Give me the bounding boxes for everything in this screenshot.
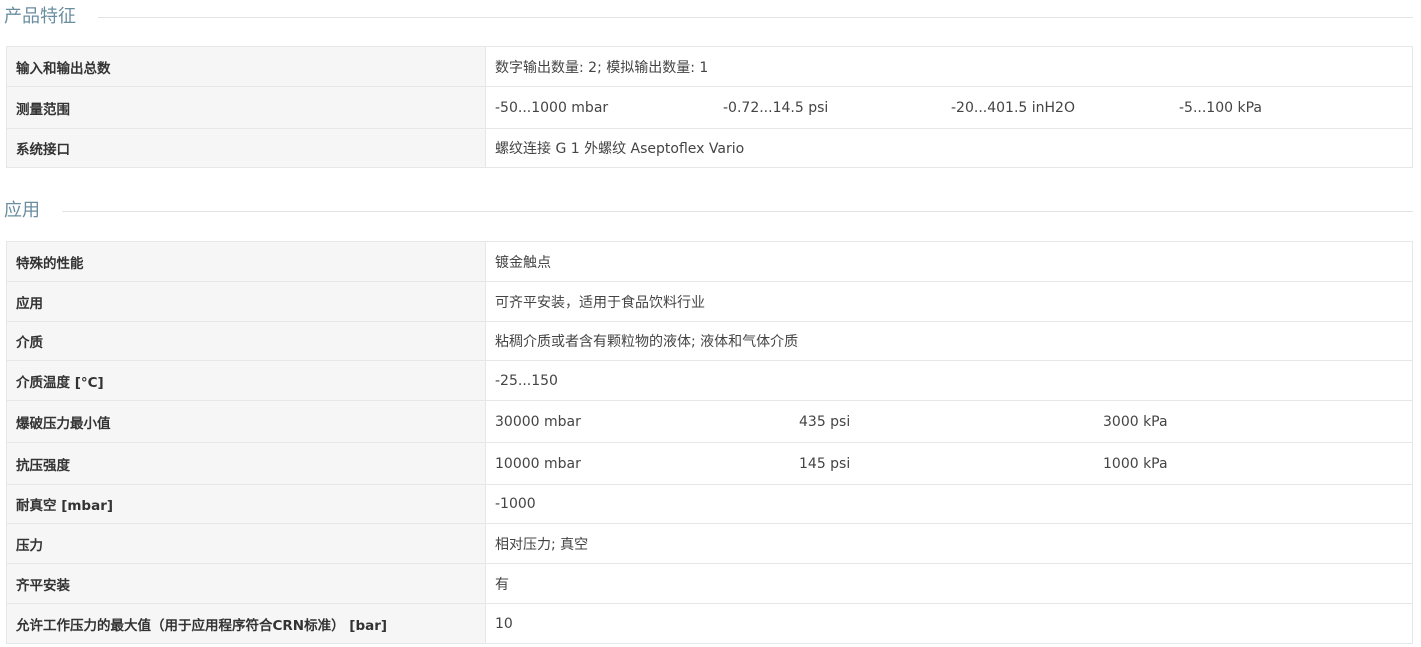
value-inh2o: -20...401.5 inH2O: [951, 99, 1075, 116]
table-row: 输入和输出总数 数字输出数量: 2; 模拟输出数量: 1: [6, 46, 1413, 87]
row-value-multi: -50...1000 mbar -0.72...14.5 psi -20...4…: [485, 86, 1413, 129]
table-row: 介质 粘稠介质或者含有颗粒物的液体; 液体和气体介质: [6, 321, 1413, 361]
row-label: 介质: [6, 321, 486, 361]
row-label: 压力: [6, 523, 486, 564]
row-value: 粘稠介质或者含有颗粒物的液体; 液体和气体介质: [485, 321, 1413, 361]
value-kpa: 3000 kPa: [1103, 413, 1168, 430]
table-row: 抗压强度 10000 mbar 145 psi 1000 kPa: [6, 442, 1413, 485]
value-mbar: 30000 mbar: [495, 413, 581, 430]
row-label: 抗压强度: [6, 442, 486, 485]
application-table: 特殊的性能 镀金触点 应用 可齐平安装，适用于食品饮料行业 介质 粘稠介质或者含…: [6, 241, 1413, 644]
row-value: -25...150: [485, 360, 1413, 401]
row-value: 镀金触点: [485, 241, 1413, 282]
value-psi: -0.72...14.5 psi: [723, 99, 829, 116]
row-label: 爆破压力最小值: [6, 400, 486, 443]
row-label: 允许工作压力的最大值（用于应用程序符合CRN标准） [bar]: [6, 603, 486, 644]
row-value: 螺纹连接 G 1 外螺纹 Aseptoflex Vario: [485, 128, 1413, 168]
row-value-multi: 30000 mbar 435 psi 3000 kPa: [485, 400, 1413, 443]
table-row: 压力 相对压力; 真空: [6, 523, 1413, 564]
row-label: 介质温度 [°C]: [6, 360, 486, 401]
table-row: 介质温度 [°C] -25...150: [6, 360, 1413, 401]
row-value: 10: [485, 603, 1413, 644]
table-row: 测量范围 -50...1000 mbar -0.72...14.5 psi -2…: [6, 86, 1413, 129]
value-kpa: 1000 kPa: [1103, 455, 1168, 472]
section-header-product-features: 产品特征: [0, 2, 1413, 32]
section-divider: [98, 17, 1413, 18]
row-label: 特殊的性能: [6, 241, 486, 282]
table-row: 特殊的性能 镀金触点: [6, 241, 1413, 282]
section-divider: [62, 211, 1413, 212]
row-value: -1000: [485, 484, 1413, 524]
table-row: 应用 可齐平安装，适用于食品饮料行业: [6, 281, 1413, 322]
section-title: 应用: [4, 200, 40, 221]
row-label: 耐真空 [mbar]: [6, 484, 486, 524]
table-row: 耐真空 [mbar] -1000: [6, 484, 1413, 524]
value-kpa: -5...100 kPa: [1179, 99, 1262, 116]
row-value-multi: 10000 mbar 145 psi 1000 kPa: [485, 442, 1413, 485]
row-label: 输入和输出总数: [6, 46, 486, 87]
value-psi: 435 psi: [799, 413, 851, 430]
table-row: 允许工作压力的最大值（用于应用程序符合CRN标准） [bar] 10: [6, 603, 1413, 644]
section-header-application: 应用: [0, 196, 1413, 226]
row-label: 系统接口: [6, 128, 486, 168]
row-value: 可齐平安装，适用于食品饮料行业: [485, 281, 1413, 322]
row-value: 有: [485, 563, 1413, 604]
value-mbar: -50...1000 mbar: [495, 99, 609, 116]
row-value: 数字输出数量: 2; 模拟输出数量: 1: [485, 46, 1413, 87]
value-mbar: 10000 mbar: [495, 455, 581, 472]
table-row: 爆破压力最小值 30000 mbar 435 psi 3000 kPa: [6, 400, 1413, 443]
product-features-table: 输入和输出总数 数字输出数量: 2; 模拟输出数量: 1 测量范围 -50...…: [6, 46, 1413, 168]
row-label: 测量范围: [6, 86, 486, 129]
section-title: 产品特征: [4, 6, 76, 27]
row-label: 齐平安装: [6, 563, 486, 604]
row-label: 应用: [6, 281, 486, 322]
row-value: 相对压力; 真空: [485, 523, 1413, 564]
table-row: 系统接口 螺纹连接 G 1 外螺纹 Aseptoflex Vario: [6, 128, 1413, 168]
table-row: 齐平安装 有: [6, 563, 1413, 604]
value-psi: 145 psi: [799, 455, 851, 472]
